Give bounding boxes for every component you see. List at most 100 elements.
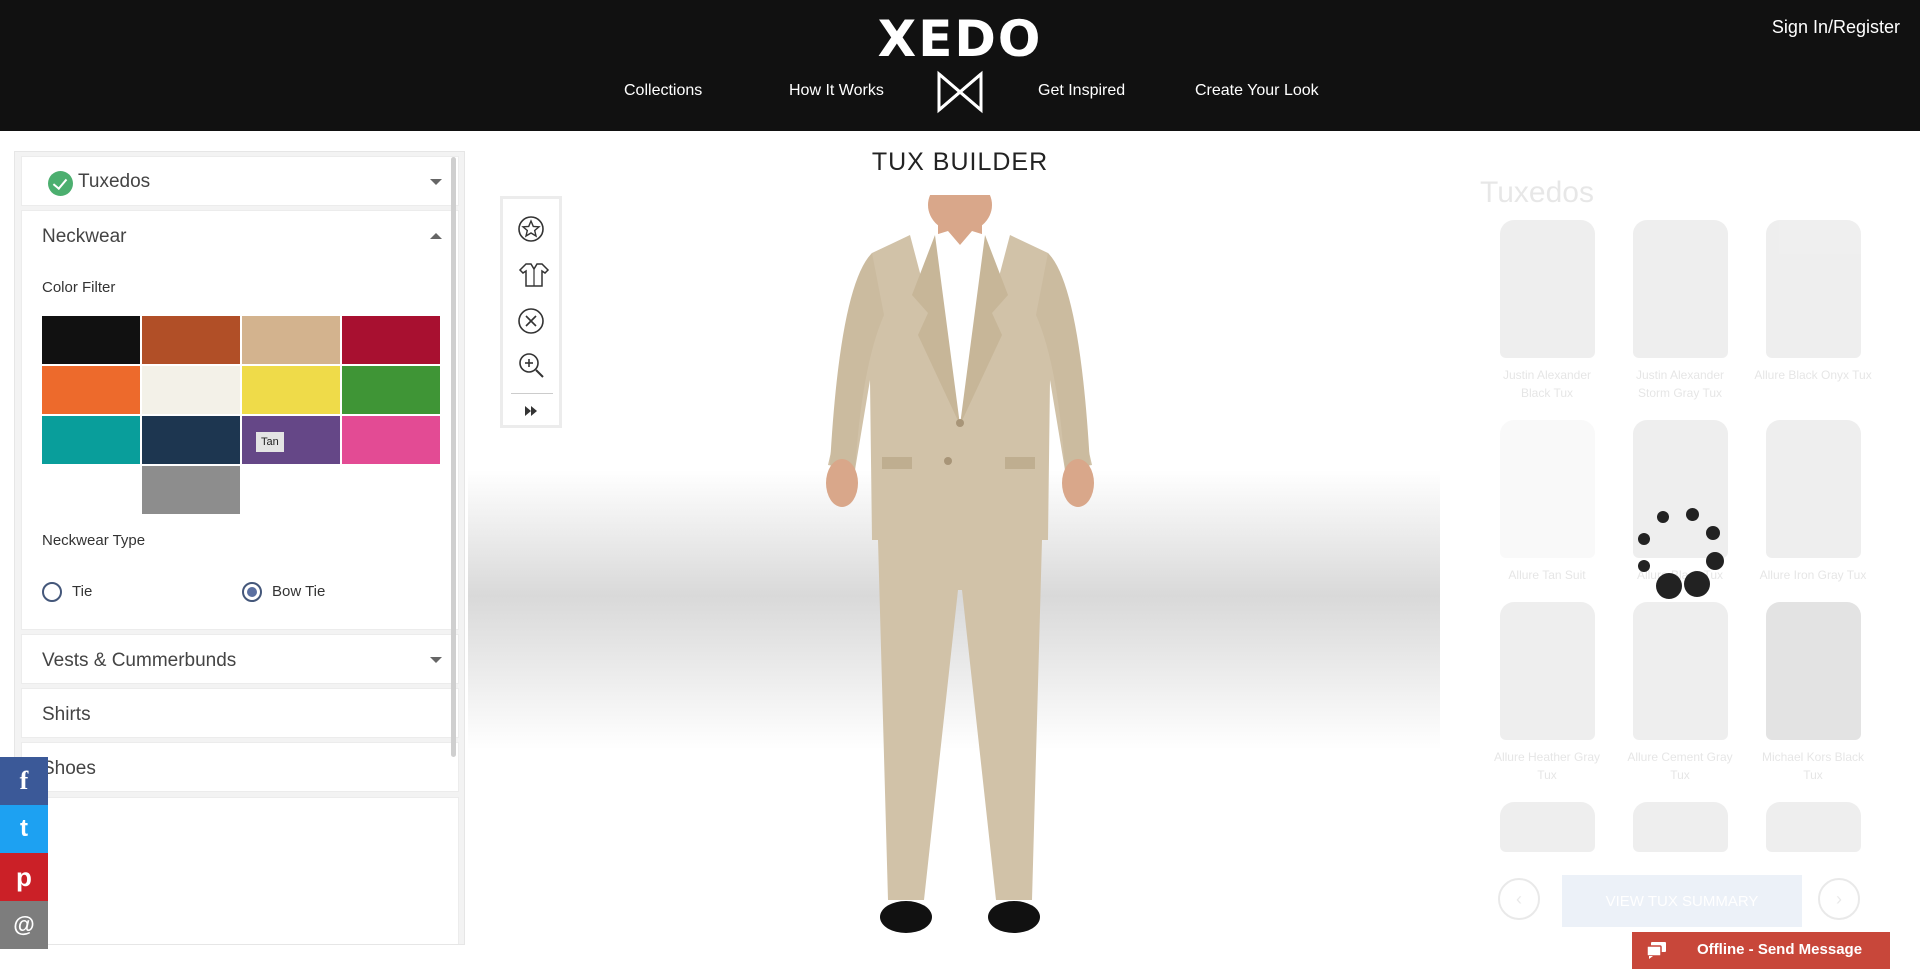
chevron-up-icon[interactable] [430,233,442,239]
swatch-teal[interactable] [42,416,140,464]
twitter-share-button[interactable]: t [0,805,48,853]
chevron-left-icon: ‹ [1516,888,1522,909]
nav-create-your-look[interactable]: Create Your Look [1195,82,1319,100]
color-tooltip: Tan [256,432,284,452]
section-empty [21,797,459,944]
offline-chat-button[interactable]: Offline - Send Message [1632,932,1890,969]
jacket-image [1765,602,1861,740]
facebook-share-button[interactable]: f [0,757,48,805]
swatch-black[interactable] [42,316,140,364]
product-grid-panel: Tuxedos Justin Alexander Black Tux Justi… [1440,160,1900,960]
jacket-image [1499,802,1595,852]
product-card[interactable] [1620,802,1740,852]
product-card[interactable]: Justin Alexander Black Tux [1487,220,1607,402]
swatch-orange[interactable] [42,366,140,414]
product-card[interactable]: Justin Alexander Storm Gray Tux [1620,220,1740,402]
product-name: Justin Alexander Black Tux [1502,368,1592,400]
jacket-image [1765,802,1861,852]
nav-get-inspired[interactable]: Get Inspired [1038,82,1125,100]
jacket-image [1632,802,1728,852]
favorite-star-icon[interactable] [517,215,545,243]
prev-arrow-button[interactable]: ‹ [1498,878,1540,920]
view-tux-summary-button[interactable]: VIEW TUX SUMMARY [1562,875,1802,927]
zoom-in-icon[interactable] [517,351,545,379]
product-card[interactable]: Michael Kors Black Tux [1753,602,1873,784]
chevron-down-icon[interactable] [430,657,442,663]
close-circle-icon[interactable] [517,307,545,335]
next-arrow-button[interactable]: › [1818,878,1860,920]
jacket-image [1632,602,1728,740]
pinterest-icon: p [16,861,32,892]
chat-label: Offline - Send Message [1697,941,1863,958]
twitter-icon: t [20,815,28,842]
outfit-icon[interactable] [517,261,551,289]
swatch-rust[interactable] [142,316,240,364]
nav-collections[interactable]: Collections [624,82,702,100]
site-header: XEDO Sign In/Register Collections How It… [0,0,1920,131]
section-shoes[interactable]: Shoes [21,742,459,792]
radio-tie-label[interactable]: Tie [72,583,92,600]
section-tuxedos[interactable]: Tuxedos [21,156,459,206]
section-vests[interactable]: Vests & Cummerbunds [21,634,459,684]
fast-forward-icon[interactable] [517,403,545,419]
sign-in-link[interactable]: Sign In/Register [1772,17,1900,38]
section-tuxedos-title: Tuxedos [78,171,151,192]
bowtie-logo-icon[interactable] [936,70,984,114]
product-card[interactable]: Allure Heather Gray Tux [1487,602,1607,784]
product-name: Allure Heather Gray Tux [1493,750,1601,782]
options-panel: Tuxedos Neckwear Color Filter Neckwear T… [14,151,465,945]
product-card[interactable]: Allure Cement Gray Tux [1620,602,1740,784]
nav-how-it-works[interactable]: How It Works [789,82,884,100]
pinterest-share-button[interactable]: p [0,853,48,901]
toolbar-divider [511,393,553,394]
color-filter-label: Color Filter [42,279,116,296]
product-card[interactable]: Allure Iron Gray Tux [1753,420,1873,584]
options-scrollbar[interactable] [451,157,456,757]
jacket-image [1765,220,1861,358]
section-neckwear-title[interactable]: Neckwear [42,226,126,248]
swatch-green[interactable] [342,366,440,414]
builder-toolbar [500,196,562,428]
product-grid-title: Tuxedos [1480,176,1594,209]
radio-bow-tie[interactable] [242,582,262,602]
product-card[interactable] [1487,802,1607,852]
product-name: Allure Iron Gray Tux [1759,568,1867,582]
chat-icon [1646,942,1666,959]
swatch-pink[interactable] [342,416,440,464]
product-card[interactable]: Allure Black Onyx Tux [1753,220,1873,384]
site-logo[interactable]: XEDO [0,10,1920,68]
swatch-yellow[interactable] [242,366,340,414]
section-vests-title: Vests & Cummerbunds [42,650,237,671]
swatch-ivory[interactable] [142,366,240,414]
email-icon: @ [13,912,35,937]
tuxedo-model-preview [826,195,1094,933]
email-share-button[interactable]: @ [0,901,48,949]
radio-bow-tie-label[interactable]: Bow Tie [272,583,325,600]
product-card[interactable]: Allure Tan Suit [1487,420,1607,584]
product-card[interactable] [1753,802,1873,852]
check-icon [48,171,73,196]
page-title: TUX BUILDER [871,148,1049,176]
swatch-navy[interactable] [142,416,240,464]
jacket-image [1632,220,1728,358]
swatch-gray[interactable] [142,466,240,514]
swatch-burgundy[interactable] [342,316,440,364]
facebook-icon: f [19,766,29,795]
section-shirts-title: Shirts [42,704,91,725]
chevron-down-icon[interactable] [430,179,442,185]
swatch-tan[interactable] [242,316,340,364]
jacket-image [1499,220,1595,358]
product-name: Allure Tan Suit [1508,568,1586,582]
jacket-image [1499,602,1595,740]
jacket-image [1499,420,1595,558]
neckwear-type-label: Neckwear Type [42,532,146,549]
product-name: Allure Black Onyx Tux [1754,368,1872,382]
product-name: Justin Alexander Storm Gray Tux [1635,368,1725,400]
section-neckwear: Neckwear Color Filter Neckwear Type Tie … [21,210,459,630]
jacket-image [1765,420,1861,558]
chevron-right-icon: › [1836,888,1842,909]
section-shirts[interactable]: Shirts [21,688,459,738]
radio-tie[interactable] [42,582,62,602]
section-shoes-title: Shoes [42,758,96,779]
product-name: Allure Cement Gray Tux [1627,750,1733,782]
